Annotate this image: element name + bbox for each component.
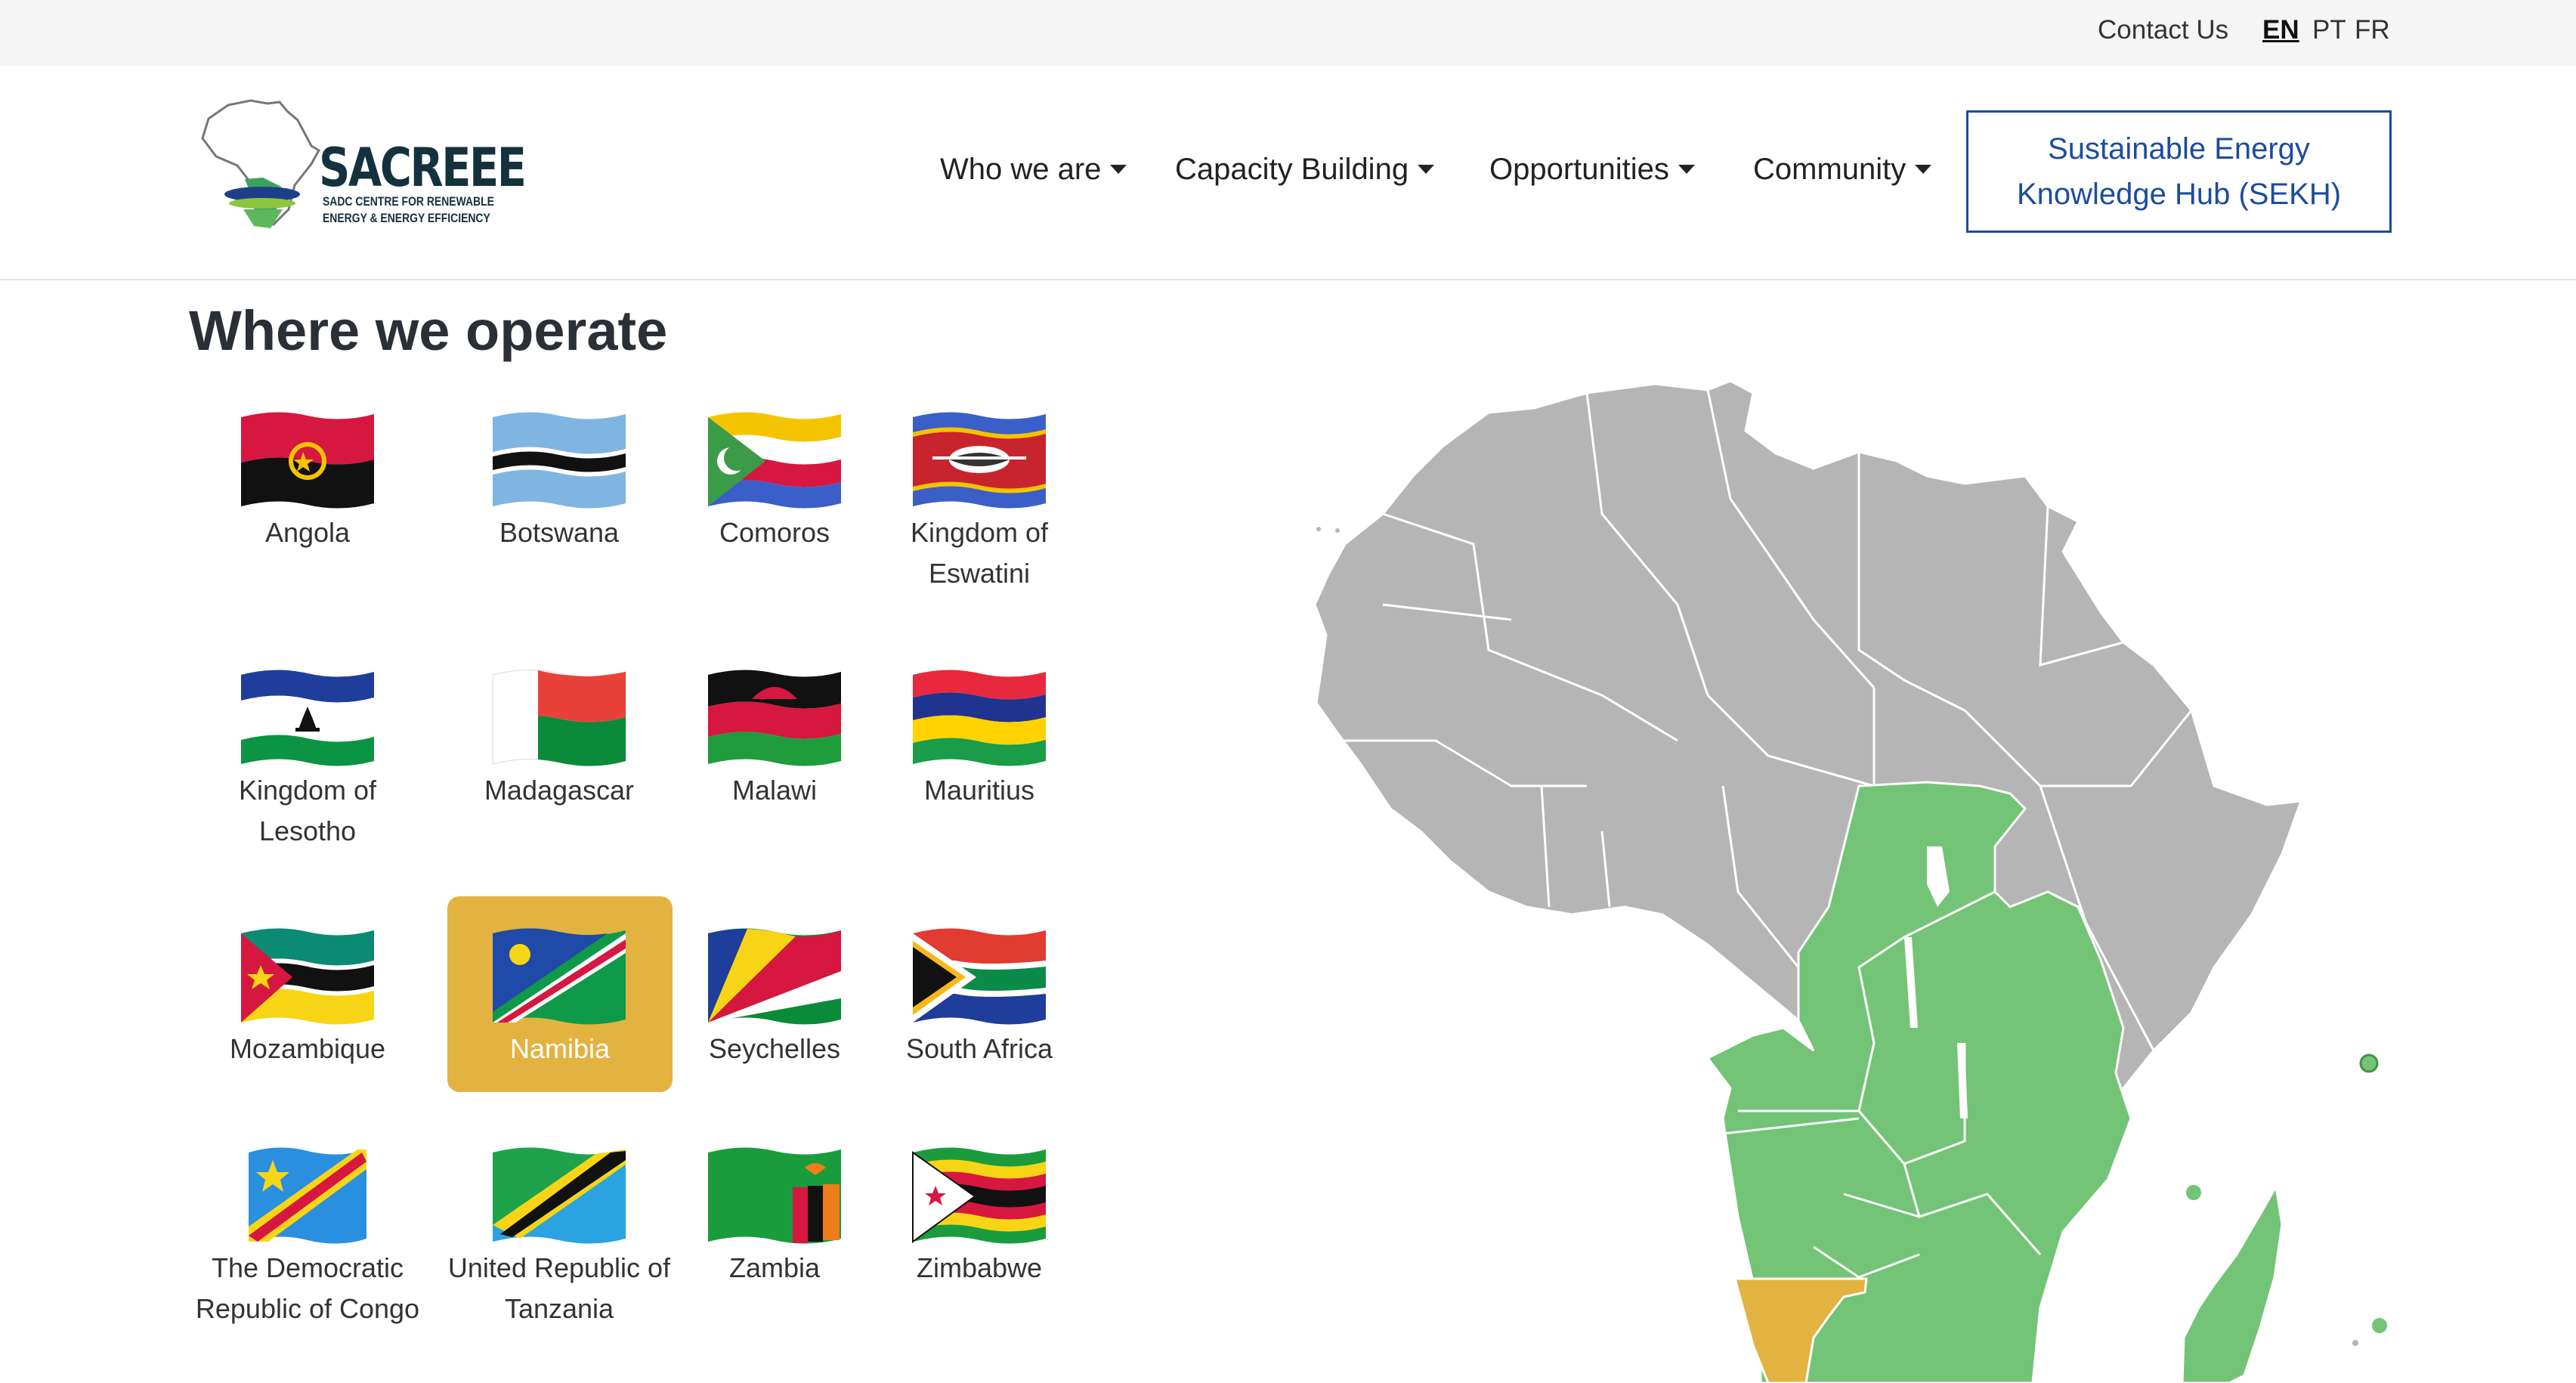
logo-subtitle-line2: ENERGY & ENERGY EFFICIENCY bbox=[323, 211, 490, 225]
madagascar-flag-icon bbox=[492, 670, 626, 766]
contact-us-link[interactable]: Contact Us bbox=[2098, 15, 2228, 45]
comoros-dot[interactable] bbox=[2186, 1185, 2201, 1200]
language-pt[interactable]: PT bbox=[2312, 15, 2346, 45]
zambia-flag-icon bbox=[708, 1147, 841, 1244]
sekh-button[interactable]: Sustainable Energy Knowledge Hub (SEKH) bbox=[1966, 110, 2392, 233]
sekh-label-line1: Sustainable Energy bbox=[2048, 132, 2310, 166]
country-name: Mauritius bbox=[923, 775, 1035, 806]
nav-who-we-are-label: Who we are bbox=[940, 153, 1102, 186]
reunion-dot bbox=[2352, 1340, 2358, 1346]
country-malawi[interactable]: Malawi bbox=[661, 658, 888, 885]
nav-community[interactable]: Community bbox=[1753, 153, 1932, 187]
drc-flag-icon bbox=[249, 1147, 366, 1244]
country-mauritius[interactable]: Mauritius bbox=[866, 658, 1093, 885]
country-madagascar[interactable]: Madagascar bbox=[446, 658, 673, 885]
country-name: United Republic of Tanzania bbox=[447, 1252, 671, 1324]
africa-logo-icon bbox=[201, 99, 321, 228]
madagascar-region[interactable] bbox=[2181, 1183, 2284, 1383]
logo-brand-text: SACREEE bbox=[319, 137, 527, 199]
sacreee-logo[interactable]: SACREEE SADC CENTRE FOR RENEWABLE ENERGY… bbox=[198, 96, 527, 247]
country-name: Madagascar bbox=[484, 775, 635, 806]
country-name: Zambia bbox=[728, 1252, 821, 1283]
country-name: Mozambique bbox=[229, 1033, 386, 1064]
country-mozambique[interactable]: Mozambique bbox=[194, 917, 421, 1143]
country-south-africa[interactable]: South Africa bbox=[866, 917, 1093, 1143]
country-name: Angola bbox=[264, 517, 351, 548]
country-name: Kingdom of Lesotho bbox=[238, 775, 377, 846]
country-angola[interactable]: Angola bbox=[194, 401, 421, 627]
nav-opportunities[interactable]: Opportunities bbox=[1489, 153, 1695, 187]
nav-capacity-building[interactable]: Capacity Building bbox=[1175, 153, 1435, 187]
tanzania-flag-icon bbox=[493, 1147, 626, 1244]
malawi-flag-icon bbox=[708, 670, 841, 766]
main-navbar: SACREEE SADC CENTRE FOR RENEWABLE ENERGY… bbox=[0, 66, 2576, 280]
nav-community-label: Community bbox=[1753, 153, 1906, 186]
country-name: The Democratic Republic of Congo bbox=[195, 1252, 420, 1324]
country-comoros[interactable]: Comoros bbox=[661, 401, 888, 627]
top-utility-bar: Contact Us EN PT FR bbox=[0, 0, 2576, 66]
country-name: Zimbabwe bbox=[916, 1252, 1043, 1283]
country-name: Botswana bbox=[499, 517, 620, 548]
sekh-label-line2: Knowledge Hub (SEKH) bbox=[2016, 178, 2342, 211]
botswana-flag-icon bbox=[493, 412, 626, 509]
country-name: Kingdom of Eswatini bbox=[910, 517, 1049, 589]
south-africa-flag-icon bbox=[913, 928, 1046, 1025]
country-name: Seychelles bbox=[708, 1033, 841, 1064]
seychelles-flag-icon bbox=[708, 928, 841, 1025]
zimbabwe-flag-icon bbox=[912, 1147, 1046, 1244]
island-dot bbox=[1316, 527, 1321, 531]
eswatini-flag-icon bbox=[913, 412, 1046, 509]
island-dot bbox=[1335, 528, 1340, 533]
nav-opportunities-label: Opportunities bbox=[1489, 153, 1669, 186]
caret-down-icon bbox=[1915, 165, 1932, 174]
comoros-flag-icon bbox=[708, 412, 841, 509]
logo-subtitle-line1: SADC CENTRE FOR RENEWABLE bbox=[323, 194, 494, 209]
nav-who-we-are[interactable]: Who we are bbox=[940, 153, 1127, 187]
country-seychelles[interactable]: Seychelles bbox=[661, 917, 888, 1143]
country-botswana[interactable]: Botswana bbox=[446, 401, 673, 627]
country-zambia[interactable]: Zambia bbox=[661, 1136, 888, 1378]
mauritius-flag-icon bbox=[913, 670, 1046, 766]
mauritius-dot[interactable] bbox=[2372, 1318, 2387, 1333]
angola-flag-icon bbox=[241, 412, 374, 509]
mozambique-flag-icon bbox=[241, 928, 374, 1025]
country-tanzania[interactable]: United Republic of Tanzania bbox=[446, 1136, 673, 1378]
country-name: Comoros bbox=[719, 517, 830, 548]
africa-map[interactable] bbox=[1285, 363, 2388, 1383]
country-lesotho[interactable]: Kingdom of Lesotho bbox=[194, 658, 421, 885]
namibia-flag-icon bbox=[493, 928, 626, 1025]
lesotho-flag-icon bbox=[241, 670, 374, 766]
caret-down-icon bbox=[1418, 165, 1435, 174]
caret-down-icon bbox=[1678, 165, 1695, 174]
country-drc[interactable]: The Democratic Republic of Congo bbox=[194, 1136, 421, 1378]
country-name: Namibia bbox=[509, 1033, 611, 1064]
country-zimbabwe[interactable]: Zimbabwe bbox=[866, 1136, 1093, 1378]
caret-down-icon bbox=[1110, 165, 1127, 174]
seychelles-dot[interactable] bbox=[2359, 1053, 2379, 1073]
country-eswatini[interactable]: Kingdom of Eswatini bbox=[866, 401, 1093, 627]
country-namibia[interactable]: Namibia bbox=[447, 896, 673, 1092]
nav-capacity-building-label: Capacity Building bbox=[1175, 153, 1409, 186]
language-en[interactable]: EN bbox=[2262, 15, 2299, 45]
country-name: South Africa bbox=[905, 1033, 1053, 1064]
language-fr[interactable]: FR bbox=[2355, 15, 2390, 45]
page-title: Where we operate bbox=[189, 299, 668, 362]
country-name: Malawi bbox=[731, 775, 818, 806]
